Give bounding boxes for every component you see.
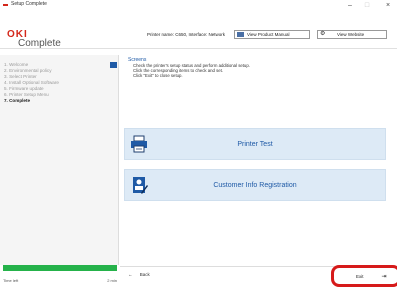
printer-info: Printer name: C650, Interface: Network (147, 32, 226, 37)
page-title: Complete (18, 38, 61, 49)
time-left-value: 2 min (107, 278, 117, 283)
time-left-label: Time left (3, 278, 19, 283)
back-button[interactable]: ← Back (128, 272, 150, 277)
maximize-button[interactable]: □ (360, 0, 374, 11)
exit-button[interactable]: Exit ⇥ (340, 272, 390, 281)
main-content (120, 55, 397, 265)
close-button[interactable]: × (381, 0, 395, 11)
step-complete: 7. Complete (4, 98, 31, 103)
window-title: Setup Complete (11, 1, 47, 7)
progress-bar (3, 265, 117, 271)
printer-test-label: Printer Test (237, 140, 273, 148)
view-website-label: View Website (337, 32, 365, 37)
progress-fill (3, 265, 117, 271)
printer-test-card[interactable]: Printer Test (124, 128, 386, 160)
view-manual-label: View Product Manual (247, 32, 290, 37)
customer-info-registration-label: Customer Info Registration (213, 181, 297, 189)
title-bar: Setup Complete – □ × (0, 0, 397, 12)
minimize-button[interactable]: – (343, 0, 357, 11)
view-product-manual-button[interactable]: View Product Manual (234, 30, 310, 39)
app-icon (3, 4, 8, 6)
description-line: Click "Exit" to close setup. (133, 73, 183, 78)
back-arrow-icon: ← (128, 272, 133, 277)
exit-label: Exit (356, 274, 364, 279)
back-label: Back (139, 272, 150, 277)
time-left: Time left 2 min (3, 278, 117, 283)
manual-icon (237, 32, 244, 37)
step-list: 1. Welcome 2. Environmental policy 3. Se… (4, 62, 59, 104)
section-description: Check the printer's setup status and per… (133, 63, 333, 78)
gear-icon: ⚙ (320, 31, 326, 37)
customer-info-registration-card[interactable]: Customer Info Registration (124, 169, 386, 201)
sidebar: 1. Welcome 2. Environmental policy 3. Se… (0, 55, 119, 265)
list-icon[interactable] (110, 62, 117, 68)
view-website-button[interactable]: ⚙ View Website (317, 30, 387, 39)
exit-icon: ⇥ (381, 274, 387, 280)
